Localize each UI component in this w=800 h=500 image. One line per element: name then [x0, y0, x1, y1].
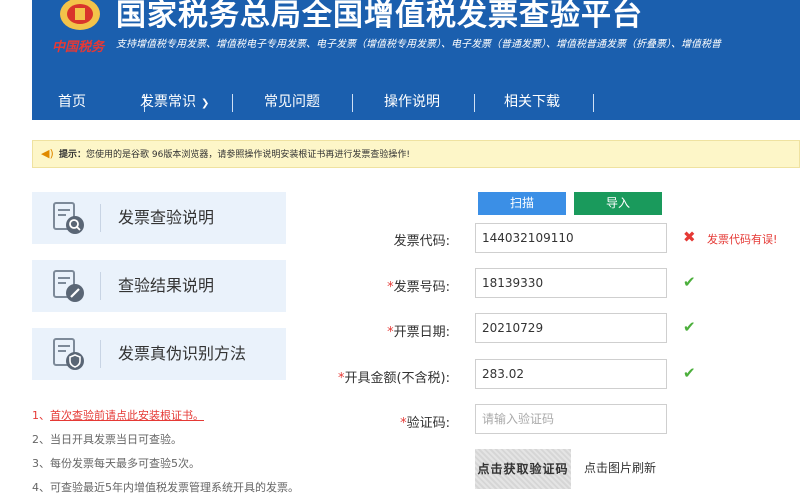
- field-label-text: 发票代码:: [393, 234, 450, 249]
- invoice-number-input[interactable]: [475, 268, 667, 298]
- captcha-image[interactable]: 点击获取验证码: [475, 449, 571, 489]
- nav-item-invoice-knowledge[interactable]: 发票常识 ❯: [140, 84, 209, 120]
- nav-separator: [352, 94, 353, 112]
- nav-item-label: 常见问题: [264, 94, 320, 110]
- nav-item-instructions[interactable]: 操作说明: [384, 84, 440, 120]
- nav-separator: [474, 94, 475, 112]
- notice-prefix: 提示：: [59, 150, 87, 160]
- card-verification-guide[interactable]: 发票查验说明: [32, 192, 286, 244]
- card-label: 发票真伪识别方法: [118, 344, 247, 363]
- invoice-number-label: *发票号码:: [387, 276, 450, 295]
- field-label-text: 开具金额(不含税):: [344, 371, 450, 386]
- site-header: 中国税务 国家税务总局全国增值税发票查验平台 支持增值税专用发票、增值税电子专用…: [32, 0, 800, 120]
- field-label-text: 验证码:: [406, 416, 450, 431]
- nav-item-label: 相关下载: [504, 94, 560, 110]
- slogan-text: 中国税务: [52, 40, 105, 55]
- note-number: 4、: [32, 481, 50, 494]
- import-button[interactable]: 导入: [574, 192, 662, 215]
- invoice-date-label: *开票日期:: [387, 321, 450, 340]
- site-subtitle: 支持增值税专用发票、增值税电子专用发票、电子发票（增值税专用发票）、电子发票（普…: [116, 39, 721, 50]
- invoice-code-error: 发票代码有误!: [707, 233, 778, 246]
- nav-item-label: 操作说明: [384, 94, 440, 110]
- card-label: 查验结果说明: [118, 276, 215, 295]
- chevron-down-icon: ❯: [201, 98, 210, 109]
- card-result-guide[interactable]: 查验结果说明: [32, 260, 286, 312]
- list-item: 4、可查验最近5年内增值税发票管理系统开具的发票。: [32, 476, 299, 500]
- captcha-input[interactable]: [475, 404, 667, 434]
- note-text: 可查验最近5年内增值税发票管理系统开具的发票。: [50, 481, 299, 494]
- notes-list: 1、首次查验前请点此安装根证书。 2、当日开具发票当日可查验。 3、每份发票每天…: [32, 404, 299, 500]
- site-title: 国家税务总局全国增值税发票查验平台: [116, 0, 643, 33]
- nav-item-label: 首页: [58, 94, 86, 110]
- captcha-label: *验证码:: [400, 412, 450, 431]
- check-icon: ✔: [683, 273, 696, 291]
- notice-bar: ◀) 提示：您使用的是谷歌 96版本浏览器，请参照操作说明安装根证书再进行发票查验…: [32, 140, 800, 168]
- field-label-text: 开票日期:: [393, 325, 450, 340]
- check-icon: ✔: [683, 364, 696, 382]
- cross-icon: ✖: [683, 228, 696, 246]
- main-nav: 首页 发票常识 ❯ 常见问题 操作说明 相关下载: [32, 84, 800, 120]
- card-separator: [100, 272, 101, 300]
- note-text: 每份发票每天最多可查验5次。: [50, 457, 200, 470]
- note-text: 当日开具发票当日可查验。: [50, 433, 182, 446]
- note-number: 3、: [32, 457, 50, 470]
- scan-button[interactable]: 扫描: [478, 192, 566, 215]
- invoice-code-label: 发票代码:: [394, 230, 450, 249]
- invoice-amount-label: *开具金额(不含税):: [338, 367, 450, 386]
- nav-item-faq[interactable]: 常见问题: [264, 84, 320, 120]
- list-item: 1、首次查验前请点此安装根证书。: [32, 404, 299, 428]
- invoice-date-input[interactable]: [475, 313, 667, 343]
- card-separator: [100, 204, 101, 232]
- nav-separator: [593, 94, 594, 112]
- invoice-amount-input[interactable]: [475, 359, 667, 389]
- field-label-text: 发票号码:: [393, 280, 450, 295]
- note-number: 2、: [32, 433, 50, 446]
- speaker-icon: ◀): [41, 147, 54, 160]
- nav-item-home[interactable]: 首页: [58, 84, 86, 120]
- notice-text: 您使用的是谷歌 96版本浏览器，请参照操作说明安装根证书再进行发票查验操作!: [86, 150, 410, 160]
- nav-separator: [232, 94, 233, 112]
- nav-item-downloads[interactable]: 相关下载: [504, 84, 560, 120]
- document-search-icon: [53, 202, 84, 234]
- invoice-code-input[interactable]: [475, 223, 667, 253]
- check-icon: ✔: [683, 318, 696, 336]
- note-number: 1、: [32, 409, 50, 422]
- tax-emblem-icon: [60, 0, 100, 30]
- card-label: 发票查验说明: [118, 208, 215, 227]
- nav-item-label: 发票常识: [140, 94, 196, 110]
- document-edit-icon: [53, 270, 84, 302]
- install-certificate-link[interactable]: 首次查验前请点此安装根证书。: [50, 409, 204, 422]
- document-shield-icon: [53, 338, 84, 370]
- card-separator: [100, 340, 101, 368]
- list-item: 2、当日开具发票当日可查验。: [32, 428, 299, 452]
- card-authenticity-guide[interactable]: 发票真伪识别方法: [32, 328, 286, 380]
- list-item: 3、每份发票每天最多可查验5次。: [32, 452, 299, 476]
- captcha-refresh-hint[interactable]: 点击图片刷新: [584, 459, 656, 476]
